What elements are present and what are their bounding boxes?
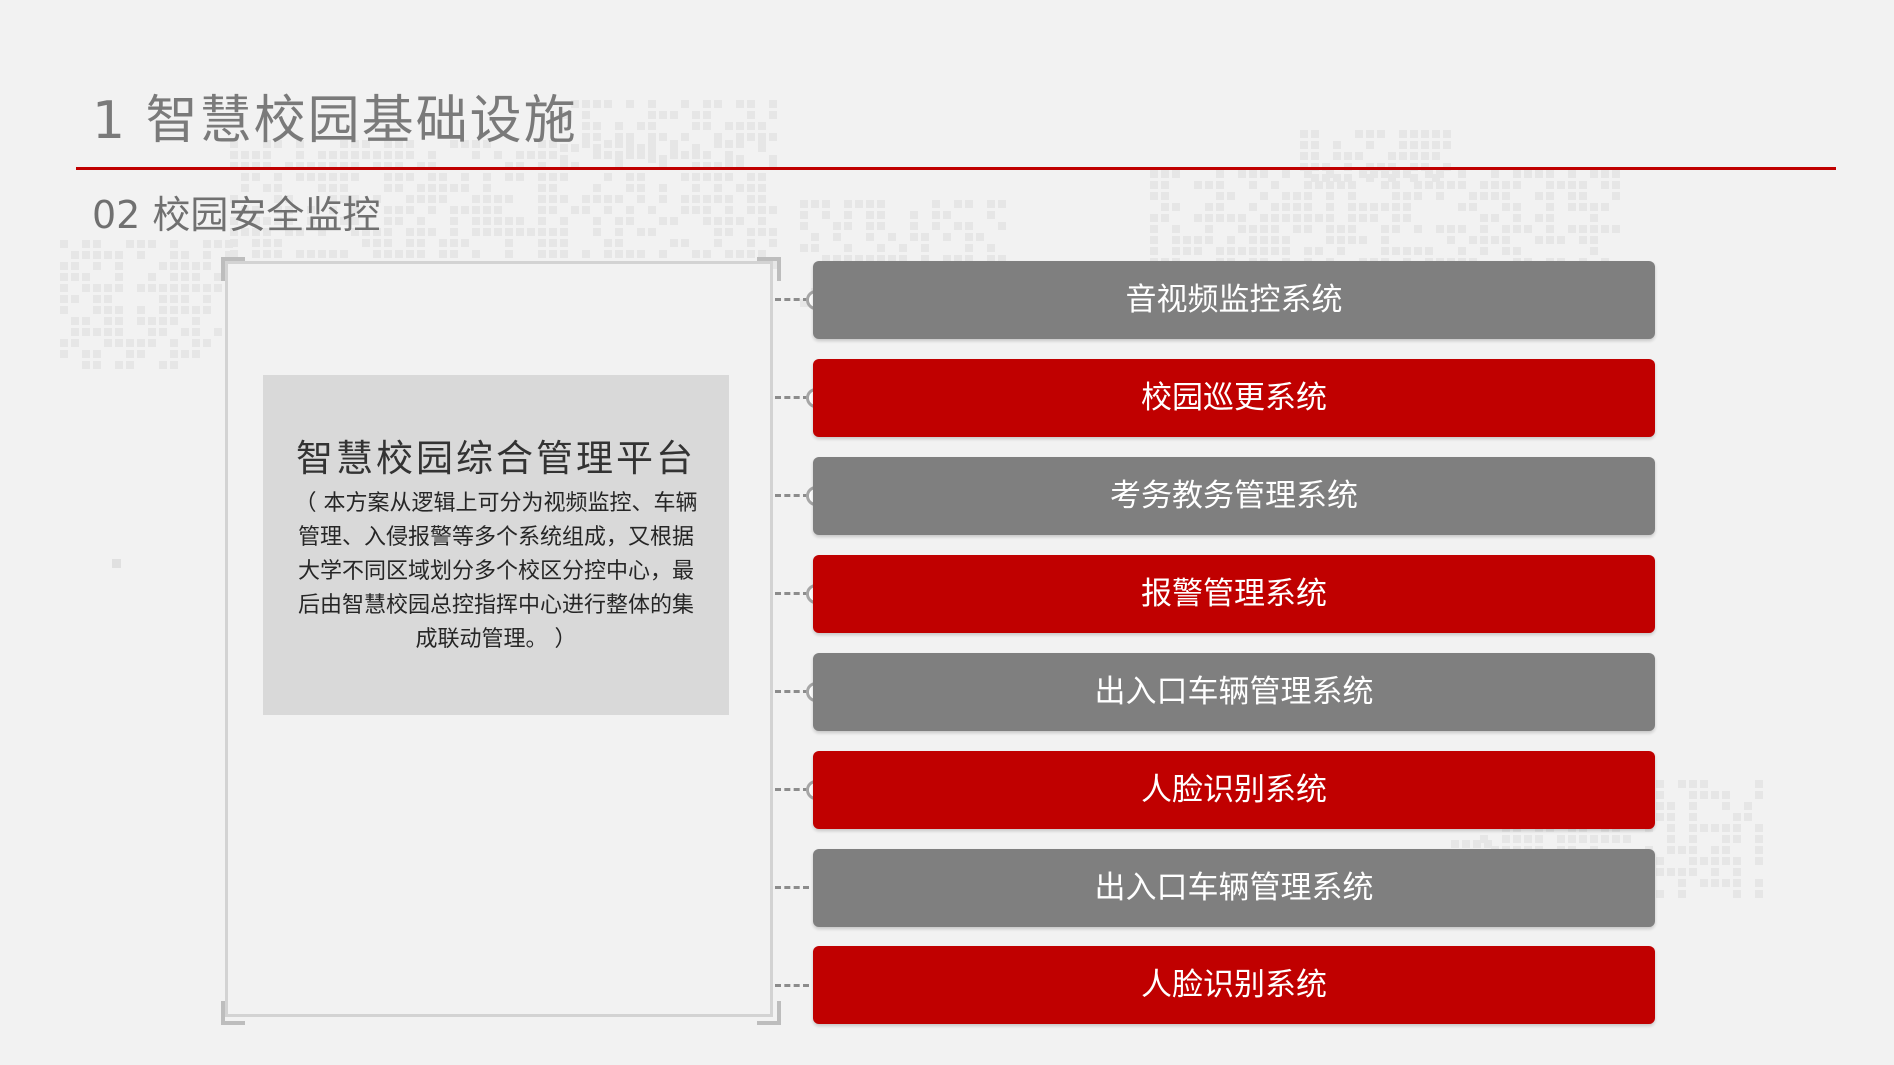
platform-title: 智慧校园综合管理平台 bbox=[296, 437, 696, 480]
system-bar[interactable]: 出入口车辆管理系统 bbox=[813, 653, 1655, 731]
frame-corner-bottom-left bbox=[221, 1001, 245, 1025]
connector-line bbox=[775, 298, 809, 301]
connector-line bbox=[775, 396, 809, 399]
slide-title: 1 智慧校园基础设施 bbox=[92, 91, 578, 151]
system-bar[interactable]: 人脸识别系统 bbox=[813, 751, 1655, 829]
connector-line bbox=[775, 886, 809, 889]
frame-corner-top-right bbox=[757, 257, 781, 281]
slide: 1 智慧校园基础设施 02 校园安全监控 智慧校园综合管理平台 （ 本方案从逻辑… bbox=[0, 0, 1894, 1065]
platform-description: （ 本方案从逻辑上可分为视频监控、车辆管理、入侵报警等多个系统组成，又根据大学不… bbox=[294, 491, 698, 652]
system-bar[interactable]: 报警管理系统 bbox=[813, 555, 1655, 633]
connector-line bbox=[775, 494, 809, 497]
connector-line bbox=[775, 690, 809, 693]
connector-line bbox=[775, 788, 809, 791]
platform-info-box: 智慧校园综合管理平台 （ 本方案从逻辑上可分为视频监控、车辆管理、入侵报警等多个… bbox=[263, 375, 729, 715]
system-bar[interactable]: 出入口车辆管理系统 bbox=[813, 849, 1655, 927]
title-divider bbox=[76, 167, 1836, 170]
system-bar[interactable]: 校园巡更系统 bbox=[813, 359, 1655, 437]
connector-line bbox=[775, 984, 809, 987]
frame-corner-top-left bbox=[221, 257, 245, 281]
system-bar[interactable]: 考务教务管理系统 bbox=[813, 457, 1655, 535]
connector-line bbox=[775, 592, 809, 595]
system-bar[interactable]: 人脸识别系统 bbox=[813, 946, 1655, 1024]
system-bar[interactable]: 音视频监控系统 bbox=[813, 261, 1655, 339]
frame-corner-bottom-right bbox=[757, 1001, 781, 1025]
slide-subtitle: 02 校园安全监控 bbox=[92, 193, 381, 237]
